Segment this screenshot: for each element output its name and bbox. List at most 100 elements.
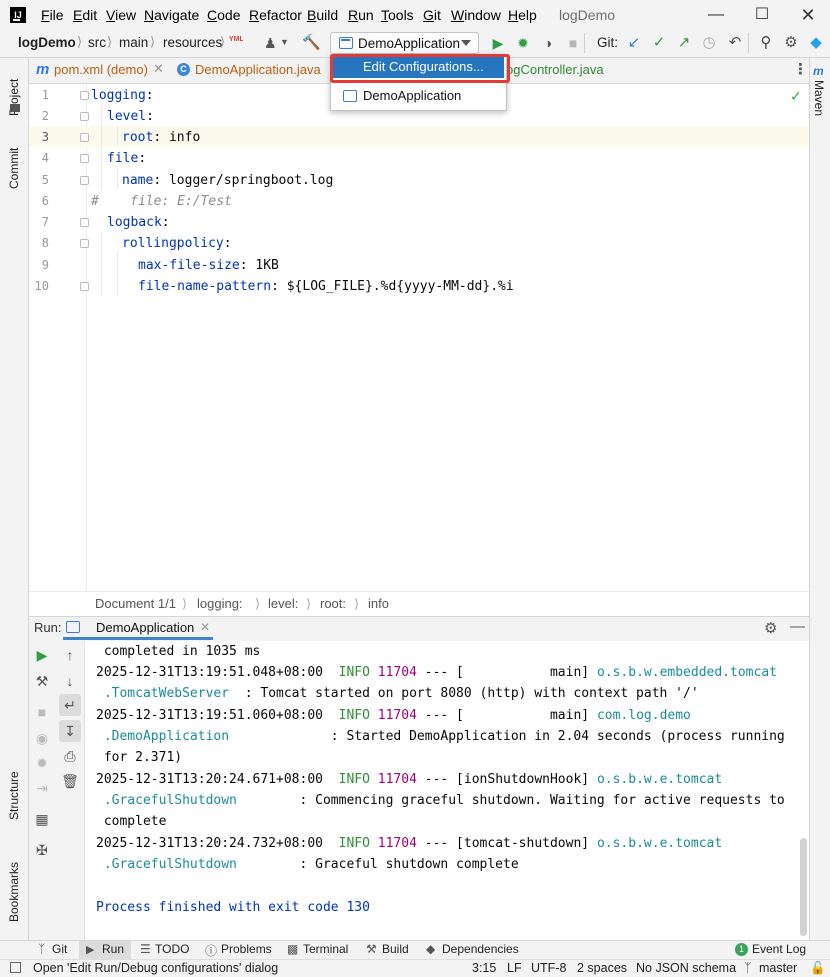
run-icon[interactable]: ▶	[489, 34, 507, 52]
breadcrumb-resources[interactable]: resources	[163, 35, 222, 50]
menu-view[interactable]: View	[106, 7, 136, 23]
more-tabs-icon[interactable]: ⋮	[793, 60, 808, 78]
rerun-icon[interactable]: ▶	[33, 646, 51, 664]
debug-icon[interactable]: ✹	[514, 34, 532, 52]
tool-dependencies[interactable]: Dependencies	[442, 942, 519, 956]
tool-event-log[interactable]: Event Log	[752, 942, 806, 956]
bookmarks-tool-button[interactable]: Bookmarks	[7, 852, 21, 922]
breadcrumb-src[interactable]: src	[88, 35, 106, 50]
editor-breadcrumb-info[interactable]: info	[368, 596, 389, 611]
caret-position[interactable]: 3:15	[472, 961, 496, 975]
pin-icon[interactable]: ✠	[33, 841, 51, 859]
minimize-icon[interactable]: —	[700, 4, 732, 26]
menu-navigate[interactable]: Navigate	[144, 7, 199, 23]
line-separator[interactable]: LF	[507, 961, 522, 975]
editor-breadcrumb-level[interactable]: level:	[268, 596, 298, 611]
tool-problems[interactable]: Problems	[221, 942, 272, 956]
arrow-down-icon[interactable]: ↓	[61, 672, 79, 690]
menu-help[interactable]: Help	[508, 7, 537, 23]
user-icon[interactable]: ♟	[264, 35, 277, 52]
json-schema[interactable]: No JSON schema	[636, 961, 736, 975]
breadcrumb-main[interactable]: main	[119, 35, 148, 50]
jetbrains-toolbox-icon[interactable]: ◆	[807, 34, 825, 52]
fold-marker-icon[interactable]	[80, 154, 89, 163]
fold-marker-icon[interactable]	[80, 239, 89, 248]
tab-pom-xml[interactable]: pom.xml (demo)	[54, 62, 148, 77]
git-label: Git:	[597, 35, 619, 50]
run-configuration-selector[interactable]: DemoApplication	[330, 32, 479, 54]
print-icon[interactable]: ⎙	[61, 747, 79, 765]
git-push-icon[interactable]: ↗	[675, 34, 693, 52]
wrench-icon[interactable]: ⚒	[33, 672, 51, 690]
todo-list-icon: ☰	[140, 942, 151, 956]
tool-git[interactable]: Git	[52, 942, 67, 956]
menu-git[interactable]: Git	[423, 7, 441, 23]
tool-todo[interactable]: TODO	[155, 942, 189, 956]
soft-wrap-icon[interactable]: ↵	[61, 696, 79, 714]
git-update-icon[interactable]: ↙	[625, 34, 643, 52]
console-scrollbar[interactable]	[800, 838, 807, 936]
fold-marker-icon[interactable]	[80, 91, 89, 100]
gear-icon[interactable]: ⚙	[782, 34, 800, 52]
rollback-icon[interactable]: ↶	[726, 34, 744, 52]
exit-icon: ⇥	[36, 780, 48, 796]
menu-tools[interactable]: Tools	[381, 7, 414, 23]
menu-file[interactable]: File	[41, 7, 64, 23]
menu-code[interactable]: Code	[207, 7, 240, 23]
maximize-icon[interactable]: ☐	[746, 4, 778, 26]
menu-run[interactable]: Run	[348, 7, 374, 23]
structure-tool-button[interactable]: Structure	[7, 760, 21, 820]
menu-build[interactable]: Build	[307, 7, 338, 23]
line-number: 4	[41, 151, 49, 165]
search-icon[interactable]: ⚲	[757, 34, 775, 52]
status-message: Open 'Edit Run/Debug configurations' dia…	[33, 961, 279, 975]
indent-guide	[101, 232, 102, 295]
run-tab-demo-application[interactable]: DemoApplication	[96, 620, 194, 635]
close-icon[interactable]: ✕	[153, 61, 164, 77]
fold-marker-icon[interactable]	[80, 176, 89, 185]
yaml-file-icon[interactable]: YML	[229, 36, 243, 44]
build-hammer-icon[interactable]: 🔨	[302, 34, 321, 52]
maven-tool-button[interactable]: Maven	[812, 80, 826, 130]
fold-marker-icon[interactable]	[80, 282, 89, 291]
tool-run[interactable]: Run	[102, 942, 124, 956]
close-icon[interactable]: ✕	[200, 620, 210, 634]
file-encoding[interactable]: UTF-8	[531, 961, 566, 975]
arrow-up-icon[interactable]: ↑	[61, 646, 79, 664]
close-icon[interactable]: ✕	[792, 4, 824, 26]
scroll-to-end-icon[interactable]: ↧	[61, 722, 79, 740]
fold-marker-icon[interactable]	[80, 133, 89, 142]
editor-breadcrumb-root[interactable]: root:	[320, 596, 346, 611]
toggle-tool-windows-icon[interactable]	[10, 962, 21, 973]
line-number: 2	[41, 109, 49, 123]
breadcrumb-separator: ⟩	[306, 596, 312, 611]
editor-breadcrumb-document[interactable]: Document 1/1	[95, 596, 176, 611]
lock-icon[interactable]: 🔓	[810, 961, 826, 976]
tab-demo-application[interactable]: DemoApplication.java	[195, 62, 321, 77]
inspection-ok-icon[interactable]: ✓	[790, 88, 802, 105]
gear-icon[interactable]: ⚙	[764, 619, 777, 637]
hide-panel-icon[interactable]: —	[790, 618, 805, 635]
popup-item-demo-application[interactable]: DemoApplication	[363, 88, 461, 103]
menu-window[interactable]: Window	[451, 7, 501, 23]
trash-icon[interactable]: 🗑	[61, 772, 79, 790]
run-with-coverage-icon[interactable]: ◑	[539, 34, 557, 52]
application-config-icon	[66, 621, 80, 633]
fold-marker-icon[interactable]	[80, 112, 89, 121]
git-branch[interactable]: master	[759, 961, 797, 975]
tool-build[interactable]: Build	[382, 942, 409, 956]
history-icon[interactable]: ◷	[700, 34, 718, 52]
tool-terminal[interactable]: Terminal	[303, 942, 348, 956]
menu-refactor[interactable]: Refactor	[249, 7, 302, 23]
git-commit-icon[interactable]: ✓	[650, 34, 668, 52]
fold-marker-icon[interactable]	[80, 218, 89, 227]
menu-edit[interactable]: Edit	[73, 7, 97, 23]
breadcrumb-separator: ⟩	[220, 34, 226, 49]
stop-icon: ■	[568, 35, 578, 51]
breadcrumb-project[interactable]: logDemo	[18, 35, 76, 50]
editor-breadcrumb-logging[interactable]: logging:	[197, 596, 243, 611]
commit-tool-button[interactable]: Commit	[7, 134, 21, 189]
layout-icon[interactable]: ▦	[33, 810, 51, 828]
tab-log-controller[interactable]: ogController.java	[506, 62, 604, 77]
indent-setting[interactable]: 2 spaces	[577, 961, 627, 975]
